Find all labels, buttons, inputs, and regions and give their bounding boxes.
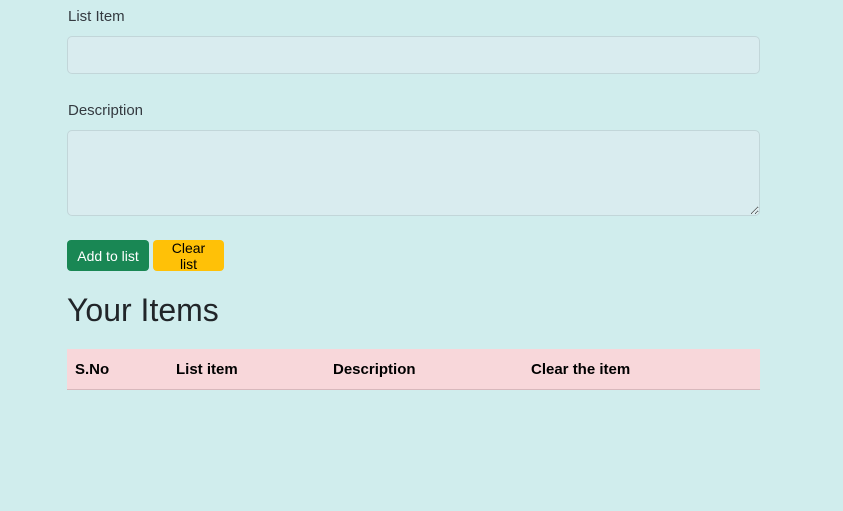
list-item-label: List Item <box>68 8 125 25</box>
list-item-input[interactable] <box>67 36 760 74</box>
column-header-description: Description <box>333 361 416 378</box>
column-header-sno: S.No <box>75 361 110 378</box>
items-table-header: S.No List item Description Clear the ite… <box>67 349 760 390</box>
description-label: Description <box>68 102 144 119</box>
your-items-heading: Your Items <box>67 292 219 328</box>
column-header-clear-item: Clear the item <box>531 361 631 378</box>
add-to-list-button[interactable]: Add to list <box>67 240 149 271</box>
clear-list-button[interactable]: Clear list <box>153 240 224 272</box>
description-textarea[interactable] <box>67 130 760 216</box>
column-header-list-item: List item <box>176 361 238 378</box>
